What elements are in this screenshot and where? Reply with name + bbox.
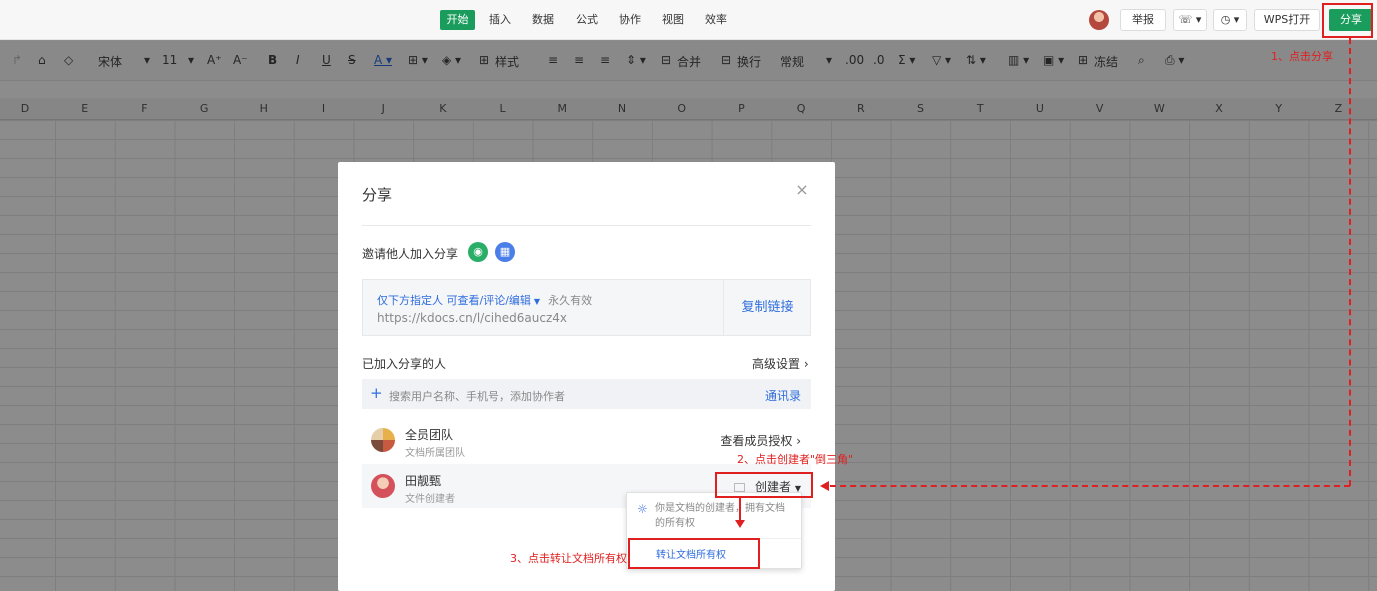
dialog-title: 分享 [362, 186, 393, 204]
close-icon[interactable]: × [794, 182, 810, 198]
annotation-step1: 1、点击分享 [1271, 50, 1333, 63]
user-avatar[interactable] [1089, 10, 1109, 30]
qr-code-icon[interactable]: ▦ [495, 242, 515, 262]
annotation-step2: 2、点击创建者"倒三角" [737, 453, 854, 466]
annotation-arrow-icon [735, 520, 745, 528]
member-subtitle: 文件创建者 [405, 494, 455, 505]
member-name: 全员团队 [405, 428, 454, 442]
view-member-permissions-link[interactable]: 查看成员授权 › [720, 432, 801, 449]
annotation-step3: 3、点击转让文档所有权 [510, 552, 627, 565]
invite-label: 邀请他人加入分享 [362, 247, 459, 261]
annotation-box-share [1322, 3, 1373, 38]
plus-icon: + [370, 384, 383, 402]
history-icon[interactable]: ◷ ▾ [1213, 9, 1247, 31]
open-in-wps-button[interactable]: WPS打开 [1254, 9, 1320, 31]
annotation-arrow-icon [820, 481, 829, 491]
annotation-dashed-line [830, 485, 1350, 487]
tab-start[interactable]: 开始 [440, 10, 475, 30]
advanced-settings-link[interactable]: 高级设置 › [752, 355, 809, 372]
wechat-icon[interactable]: ◉ [468, 242, 488, 262]
copy-link-button[interactable]: 复制链接 [723, 280, 811, 335]
report-button[interactable]: 举报 [1120, 9, 1166, 31]
call-icon[interactable]: ☏ ▾ [1173, 9, 1207, 31]
team-avatar [371, 428, 395, 452]
tab-data[interactable]: 数据 [527, 10, 559, 30]
lightbulb-icon: ☼ [637, 502, 648, 516]
tab-insert[interactable]: 插入 [484, 10, 516, 30]
annotation-line [739, 498, 741, 520]
member-avatar [371, 474, 395, 498]
tab-efficiency[interactable]: 效率 [700, 10, 732, 30]
permission-caret-icon[interactable]: ▼ [534, 297, 540, 306]
tab-collaborate[interactable]: 协作 [614, 10, 646, 30]
share-url: https://kdocs.cn/l/cihed6aucz4x [377, 311, 567, 325]
members-label: 已加入分享的人 [362, 357, 447, 371]
member-name: 田靓甄 [405, 474, 442, 488]
contacts-link[interactable]: 通讯录 [765, 387, 801, 404]
share-link-box: 仅下方指定人 可查看/评论/编辑 ▼ 永久有效 https://kdocs.cn/l… [362, 279, 811, 336]
link-validity[interactable]: 永久有效 [548, 294, 592, 307]
annotation-box-transfer [628, 538, 760, 569]
owner-info: 你是文档的创建者，拥有文档的所有权 [655, 503, 785, 529]
annotation-box-role [715, 472, 813, 498]
tab-formula[interactable]: 公式 [571, 10, 603, 30]
annotation-dashed-line [1349, 38, 1351, 486]
member-subtitle: 文档所属团队 [405, 448, 465, 459]
link-permission-select[interactable]: 仅下方指定人 可查看/评论/编辑 [377, 294, 531, 307]
menu-bar: 开始 插入 数据 公式 协作 视图 效率 举报 ☏ ▾ ◷ ▾ WPS打开 分享 [0, 0, 1377, 40]
add-collaborator-search[interactable]: + 搜索用户名称、手机号，添加协作者 通讯录 [362, 379, 811, 409]
tab-view[interactable]: 视图 [657, 10, 689, 30]
divider [362, 225, 811, 226]
search-placeholder[interactable]: 搜索用户名称、手机号，添加协作者 [389, 388, 565, 404]
